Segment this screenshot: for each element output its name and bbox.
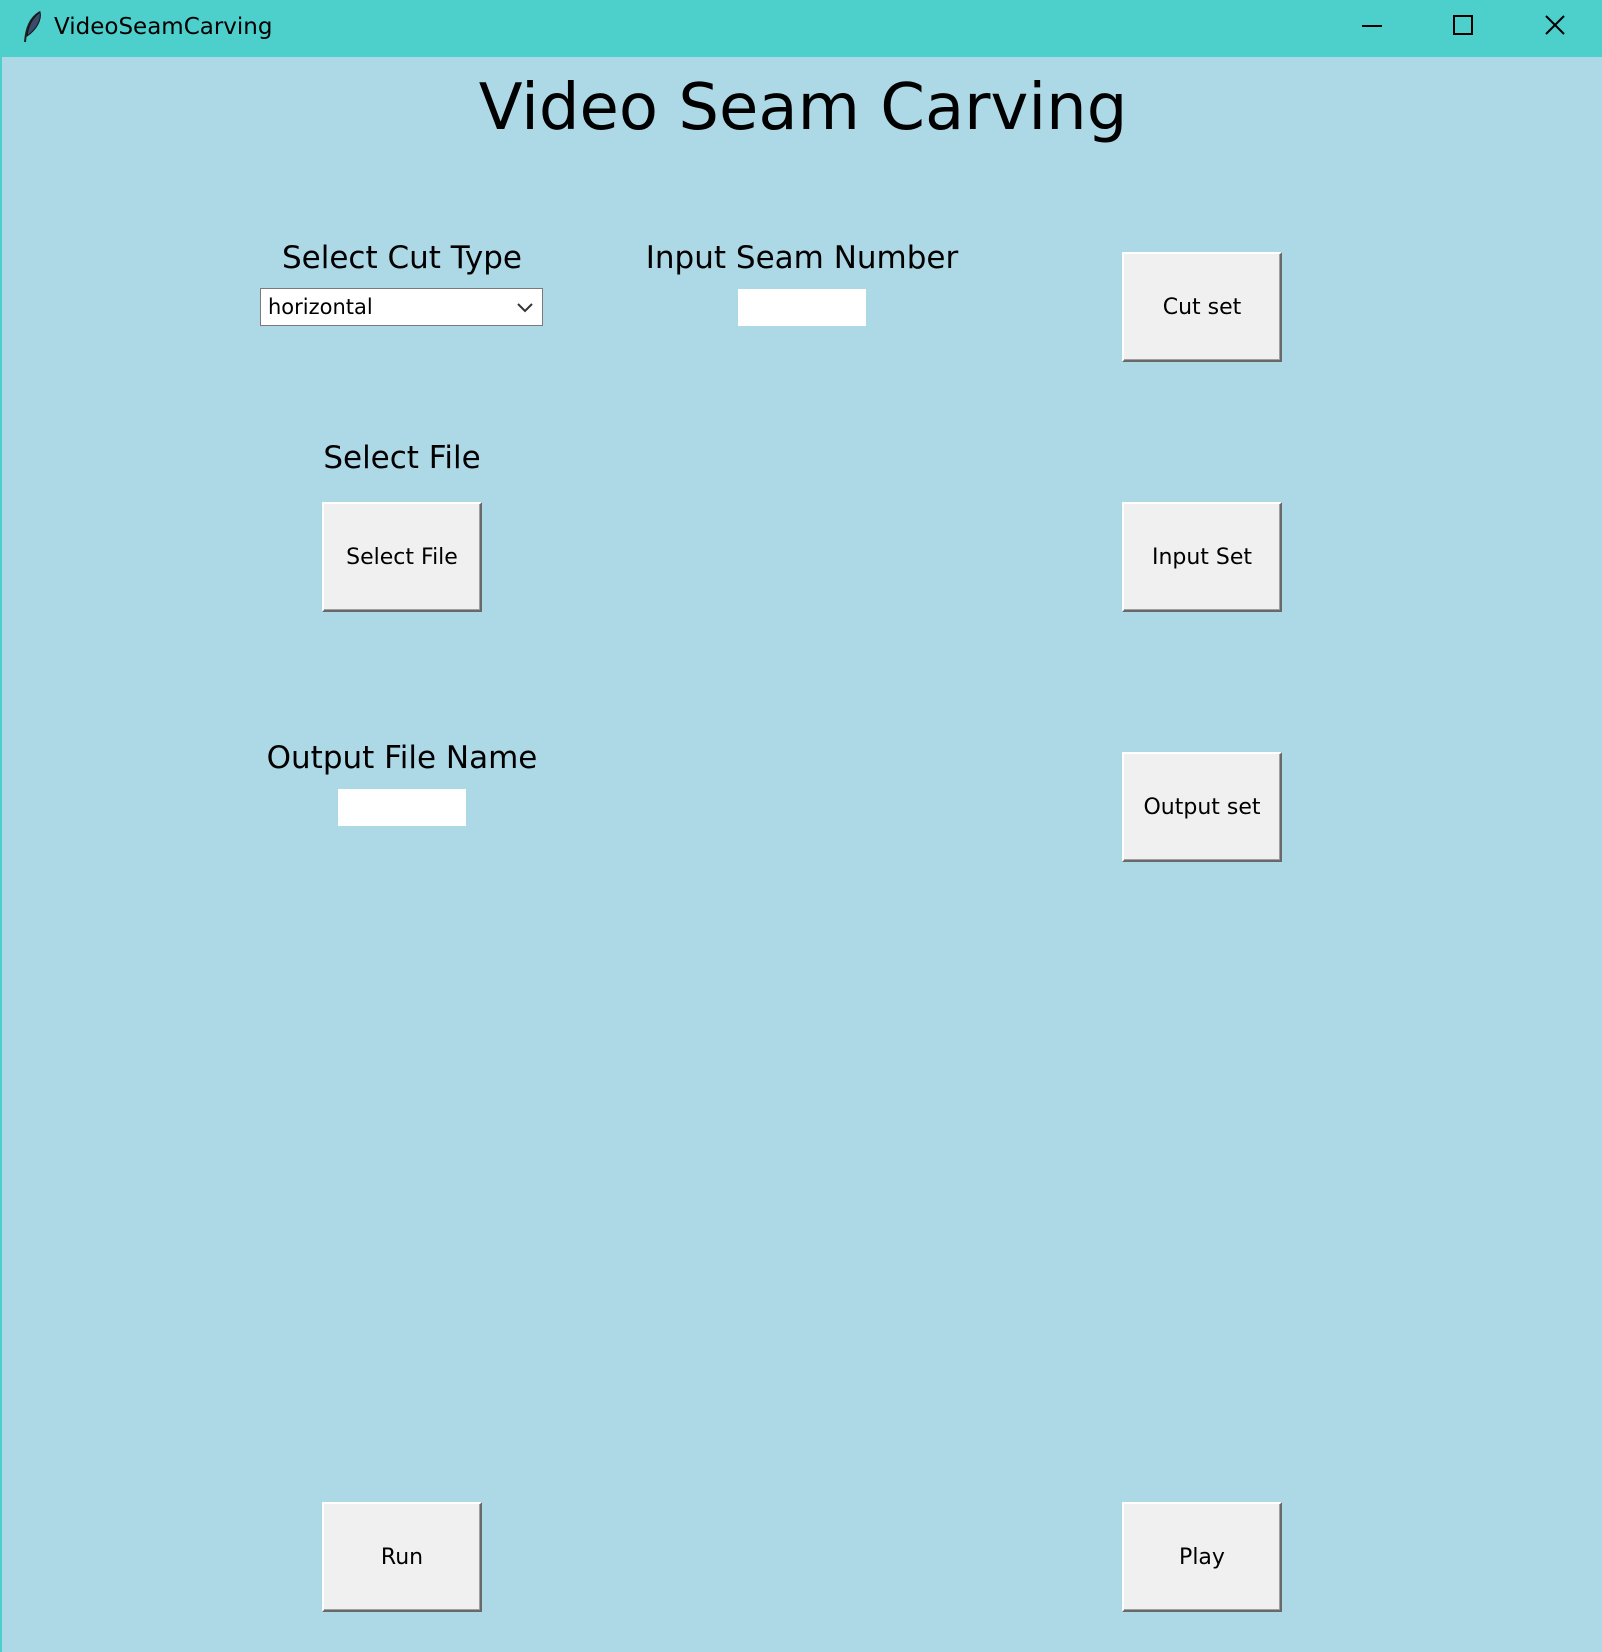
maximize-icon (1453, 15, 1473, 35)
seam-number-input[interactable] (738, 289, 866, 326)
select-file-button[interactable]: Select File (322, 502, 482, 612)
close-button[interactable] (1525, 6, 1585, 50)
cut-type-label: Select Cut Type (282, 240, 522, 276)
maximize-button[interactable] (1433, 6, 1493, 50)
app-window: VideoSeamCarving Video Seam Carving Sele… (0, 0, 1602, 1652)
close-icon (1545, 15, 1565, 35)
cut-type-value: horizontal (268, 295, 373, 319)
input-set-button[interactable]: Input Set (1122, 502, 1282, 612)
play-button[interactable]: Play (1122, 1502, 1282, 1612)
cut-type-select[interactable]: horizontal (260, 288, 543, 326)
minimize-button[interactable] (1342, 6, 1402, 50)
window-title: VideoSeamCarving (54, 14, 273, 40)
title-bar[interactable]: VideoSeamCarving (0, 0, 1602, 57)
run-button[interactable]: Run (322, 1502, 482, 1612)
chevron-down-icon (517, 303, 533, 313)
seam-number-label: Input Seam Number (645, 240, 959, 276)
output-name-input[interactable] (338, 789, 466, 826)
output-set-button[interactable]: Output set (1122, 752, 1282, 862)
main-panel: Video Seam Carving Select Cut Type horiz… (2, 57, 1602, 1652)
cut-set-button[interactable]: Cut set (1122, 252, 1282, 362)
output-name-label: Output File Name (266, 740, 538, 776)
minimize-icon (1362, 25, 1382, 27)
page-title: Video Seam Carving (478, 71, 1128, 145)
feather-icon (24, 11, 41, 43)
select-file-label: Select File (323, 440, 481, 476)
